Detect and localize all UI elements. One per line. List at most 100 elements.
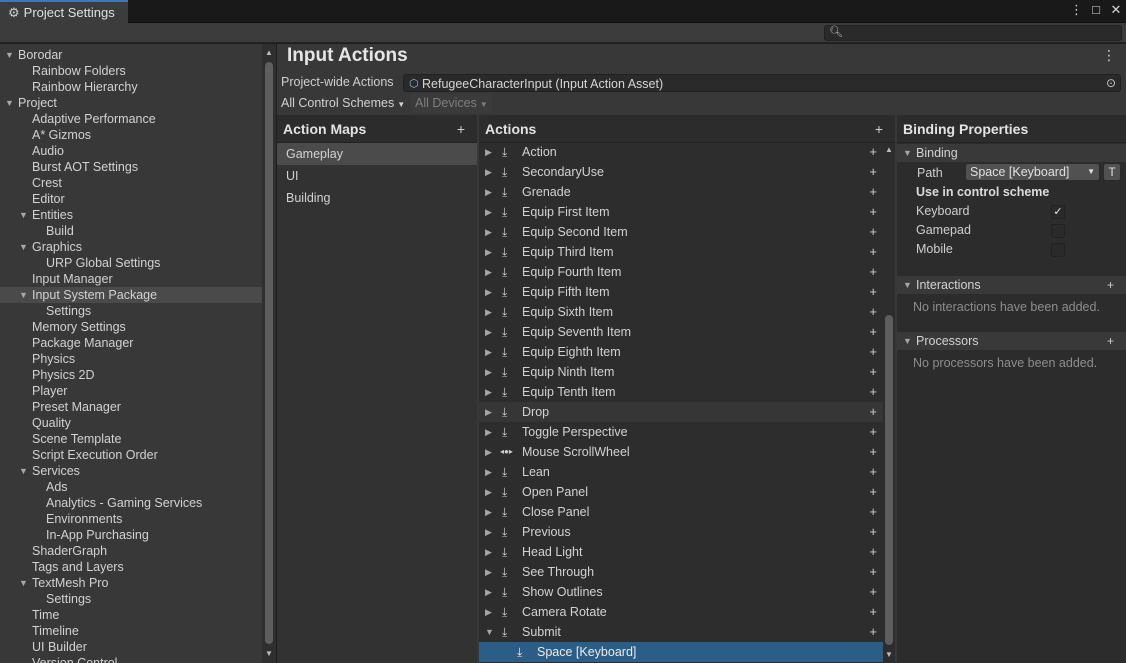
add-binding-icon[interactable]: + bbox=[869, 562, 877, 582]
sidebar-item-services[interactable]: ▼ Services bbox=[0, 463, 262, 479]
settings-search[interactable]: 🔍︎ bbox=[824, 25, 1122, 41]
foldout-right-icon[interactable]: ▶ bbox=[485, 542, 492, 562]
add-binding-icon[interactable]: + bbox=[869, 402, 877, 422]
add-binding-icon[interactable]: + bbox=[869, 362, 877, 382]
foldout-right-icon[interactable]: ▶ bbox=[485, 562, 492, 582]
sidebar-item-editor[interactable]: Editor bbox=[0, 191, 262, 207]
sidebar-item-version-control[interactable]: Version Control bbox=[0, 655, 262, 663]
add-binding-icon[interactable]: + bbox=[869, 142, 877, 162]
devices-dropdown[interactable]: All Devices ▼ bbox=[411, 94, 492, 113]
scheme-checkbox-gamepad[interactable] bbox=[1051, 224, 1065, 238]
action-row-equip-tenth-item[interactable]: ▶ ⤓ Equip Tenth Item + bbox=[479, 382, 883, 402]
sidebar-item-shadergraph[interactable]: ShaderGraph bbox=[0, 543, 262, 559]
add-binding-icon[interactable]: + bbox=[869, 602, 877, 622]
foldout-right-icon[interactable]: ▶ bbox=[485, 522, 492, 542]
sidebar-item-script-execution-order[interactable]: Script Execution Order bbox=[0, 447, 262, 463]
action-row-camera-rotate[interactable]: ▶ ⤓ Camera Rotate + bbox=[479, 602, 883, 622]
add-binding-icon[interactable]: + bbox=[869, 482, 877, 502]
action-row-equip-seventh-item[interactable]: ▶ ⤓ Equip Seventh Item + bbox=[479, 322, 883, 342]
foldout-right-icon[interactable]: ▶ bbox=[485, 142, 492, 162]
sidebar-item-adaptive-performance[interactable]: Adaptive Performance bbox=[0, 111, 262, 127]
sidebar-item-a-gizmos[interactable]: A* Gizmos bbox=[0, 127, 262, 143]
sidebar-item-project[interactable]: ▼ Project bbox=[0, 95, 262, 111]
sidebar-item-settings[interactable]: Settings bbox=[0, 303, 262, 319]
sidebar-item-physics-2d[interactable]: Physics 2D bbox=[0, 367, 262, 383]
foldout-down-icon[interactable]: ▼ bbox=[19, 239, 28, 255]
action-row-head-light[interactable]: ▶ ⤓ Head Light + bbox=[479, 542, 883, 562]
add-binding-icon[interactable]: + bbox=[869, 542, 877, 562]
sidebar-item-package-manager[interactable]: Package Manager bbox=[0, 335, 262, 351]
foldout-right-icon[interactable]: ▶ bbox=[485, 422, 492, 442]
foldout-down-icon[interactable]: ▼ bbox=[5, 95, 14, 111]
foldout-down-icon[interactable]: ▼ bbox=[19, 463, 28, 479]
foldout-right-icon[interactable]: ▶ bbox=[485, 502, 492, 522]
add-binding-icon[interactable]: + bbox=[869, 222, 877, 242]
action-row-see-through[interactable]: ▶ ⤓ See Through + bbox=[479, 562, 883, 582]
add-binding-icon[interactable]: + bbox=[869, 282, 877, 302]
add-binding-icon[interactable]: + bbox=[869, 342, 877, 362]
foldout-right-icon[interactable]: ▶ bbox=[485, 162, 492, 182]
action-row-lean[interactable]: ▶ ⤓ Lean + bbox=[479, 462, 883, 482]
action-row-previous[interactable]: ▶ ⤓ Previous + bbox=[479, 522, 883, 542]
sidebar-item-environments[interactable]: Environments bbox=[0, 511, 262, 527]
sidebar-item-quality[interactable]: Quality bbox=[0, 415, 262, 431]
action-row-equip-second-item[interactable]: ▶ ⤓ Equip Second Item + bbox=[479, 222, 883, 242]
scheme-checkbox-keyboard[interactable]: ✓ bbox=[1051, 205, 1065, 219]
add-binding-icon[interactable]: + bbox=[869, 502, 877, 522]
action-row-open-panel[interactable]: ▶ ⤓ Open Panel + bbox=[479, 482, 883, 502]
scrollbar-thumb[interactable] bbox=[885, 315, 893, 645]
foldout-right-icon[interactable]: ▶ bbox=[485, 402, 492, 422]
add-binding-icon[interactable]: + bbox=[869, 302, 877, 322]
foldout-right-icon[interactable]: ▶ bbox=[485, 602, 492, 622]
sidebar-item-memory-settings[interactable]: Memory Settings bbox=[0, 319, 262, 335]
sidebar-item-audio[interactable]: Audio bbox=[0, 143, 262, 159]
add-binding-icon[interactable]: + bbox=[869, 522, 877, 542]
action-row-equip-third-item[interactable]: ▶ ⤓ Equip Third Item + bbox=[479, 242, 883, 262]
add-binding-icon[interactable]: + bbox=[869, 262, 877, 282]
sidebar-item-graphics[interactable]: ▼ Graphics bbox=[0, 239, 262, 255]
sidebar-item-timeline[interactable]: Timeline bbox=[0, 623, 262, 639]
scroll-up-icon[interactable]: ▲ bbox=[885, 145, 893, 154]
sidebar-item-rainbow-hierarchy[interactable]: Rainbow Hierarchy bbox=[0, 79, 262, 95]
action-row-toggle-perspective[interactable]: ▶ ⤓ Toggle Perspective + bbox=[479, 422, 883, 442]
add-binding-icon[interactable]: + bbox=[869, 462, 877, 482]
add-binding-icon[interactable]: + bbox=[869, 622, 877, 642]
close-icon[interactable]: ✕ bbox=[1110, 2, 1122, 18]
action-row-equip-fifth-item[interactable]: ▶ ⤓ Equip Fifth Item + bbox=[479, 282, 883, 302]
sidebar-item-urp-global-settings[interactable]: URP Global Settings bbox=[0, 255, 262, 271]
add-action-map-button[interactable]: + bbox=[457, 121, 465, 137]
sidebar-item-input-manager[interactable]: Input Manager bbox=[0, 271, 262, 287]
sidebar-item-textmesh-pro[interactable]: ▼ TextMesh Pro bbox=[0, 575, 262, 591]
action-row-submit[interactable]: ▼ ⤓ Submit + bbox=[479, 622, 883, 642]
action-row-mouse-scrollwheel[interactable]: ▶ ◂●▸ Mouse ScrollWheel + bbox=[479, 442, 883, 462]
foldout-right-icon[interactable]: ▶ bbox=[485, 282, 492, 302]
foldout-down-icon[interactable]: ▼ bbox=[19, 575, 28, 591]
sidebar-item-build[interactable]: Build bbox=[0, 223, 262, 239]
sidebar-item-ads[interactable]: Ads bbox=[0, 479, 262, 495]
processors-section-header[interactable]: ▼ Processors + bbox=[897, 332, 1126, 350]
more-options-icon[interactable]: ⋮ bbox=[1070, 2, 1083, 18]
foldout-right-icon[interactable]: ▶ bbox=[485, 342, 492, 362]
foldout-down-icon[interactable]: ▼ bbox=[19, 207, 28, 223]
action-row-drop[interactable]: ▶ ⤓ Drop + bbox=[479, 402, 883, 422]
action-row-grenade[interactable]: ▶ ⤓ Grenade + bbox=[479, 182, 883, 202]
sidebar-item-crest[interactable]: Crest bbox=[0, 175, 262, 191]
action-row-equip-first-item[interactable]: ▶ ⤓ Equip First Item + bbox=[479, 202, 883, 222]
actions-scrollbar[interactable]: ▲ ▼ bbox=[883, 143, 895, 663]
sidebar-item-in-app-purchasing[interactable]: In-App Purchasing bbox=[0, 527, 262, 543]
sidebar-item-tags-and-layers[interactable]: Tags and Layers bbox=[0, 559, 262, 575]
foldout-right-icon[interactable]: ▶ bbox=[485, 462, 492, 482]
scheme-checkbox-mobile[interactable] bbox=[1051, 243, 1065, 257]
foldout-right-icon[interactable]: ▶ bbox=[485, 262, 492, 282]
sidebar-item-settings[interactable]: Settings bbox=[0, 591, 262, 607]
sidebar-item-scene-template[interactable]: Scene Template bbox=[0, 431, 262, 447]
sidebar-item-input-system-package[interactable]: ▼ Input System Package bbox=[0, 287, 262, 303]
scroll-up-icon[interactable]: ▲ bbox=[265, 48, 273, 57]
foldout-down-icon[interactable]: ▼ bbox=[19, 287, 28, 303]
foldout-down-icon[interactable]: ▼ bbox=[485, 622, 494, 642]
project-settings-tab[interactable]: ⚙ Project Settings bbox=[0, 0, 128, 23]
sidebar-item-entities[interactable]: ▼ Entities bbox=[0, 207, 262, 223]
action-map-building[interactable]: Building bbox=[277, 187, 477, 209]
add-binding-icon[interactable]: + bbox=[869, 162, 877, 182]
foldout-right-icon[interactable]: ▶ bbox=[485, 382, 492, 402]
